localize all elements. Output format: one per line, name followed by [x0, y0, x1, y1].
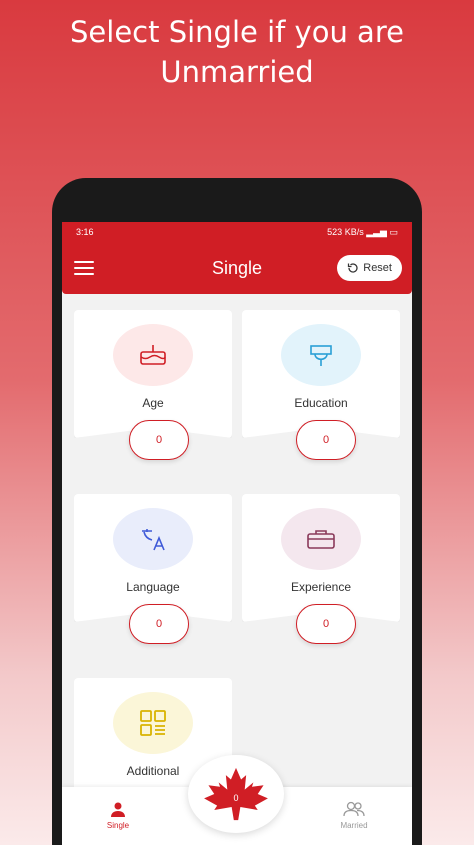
- status-bar: 3:16 523 KB/s ▂▃▅ ▭: [62, 222, 412, 242]
- qr-code-icon: [113, 692, 193, 754]
- age-count[interactable]: 0: [129, 420, 189, 460]
- network-speed: 523 KB/s: [327, 226, 364, 237]
- headline-line-2: Unmarried: [160, 55, 314, 89]
- status-right: 523 KB/s ▂▃▅ ▭: [327, 227, 398, 238]
- nav-single-label: Single: [106, 821, 130, 830]
- headline-line-1: Select Single if you are: [70, 15, 404, 49]
- score-fab[interactable]: 0: [188, 755, 284, 833]
- briefcase-icon: [281, 508, 361, 570]
- language-card[interactable]: Language: [74, 494, 232, 622]
- language-count[interactable]: 0: [129, 604, 189, 644]
- language-label: Language: [126, 580, 180, 594]
- birthday-cake-icon: [113, 324, 193, 386]
- people-icon: [343, 801, 365, 817]
- score-count: 0: [233, 793, 239, 803]
- status-time: 3:16: [76, 227, 94, 237]
- graduation-icon: [281, 324, 361, 386]
- signal-icon: ▂▃▅ ▭: [366, 226, 398, 237]
- person-icon: [111, 802, 125, 817]
- phone-screen: 3:16 523 KB/s ▂▃▅ ▭ Single Reset Age Edu…: [62, 222, 412, 845]
- menu-icon[interactable]: [74, 261, 94, 275]
- translate-icon: [113, 508, 193, 570]
- age-label: Age: [142, 396, 164, 410]
- headline: Select Single if you are Unmarried: [0, 12, 474, 92]
- age-card[interactable]: Age: [74, 310, 232, 438]
- nav-married[interactable]: Married: [324, 801, 384, 830]
- reset-icon: [348, 263, 358, 273]
- education-card[interactable]: Education: [242, 310, 400, 438]
- reset-button[interactable]: Reset: [337, 255, 402, 281]
- experience-card[interactable]: Experience: [242, 494, 400, 622]
- bottom-nav: Single Married 0: [62, 755, 412, 845]
- app-bar: Single Reset: [62, 242, 412, 294]
- nav-married-label: Married: [340, 821, 368, 830]
- education-label: Education: [294, 396, 348, 410]
- reset-label: Reset: [363, 262, 392, 274]
- experience-label: Experience: [290, 580, 352, 594]
- experience-count[interactable]: 0: [296, 604, 356, 644]
- education-count[interactable]: 0: [296, 420, 356, 460]
- nav-single[interactable]: Single: [88, 801, 148, 830]
